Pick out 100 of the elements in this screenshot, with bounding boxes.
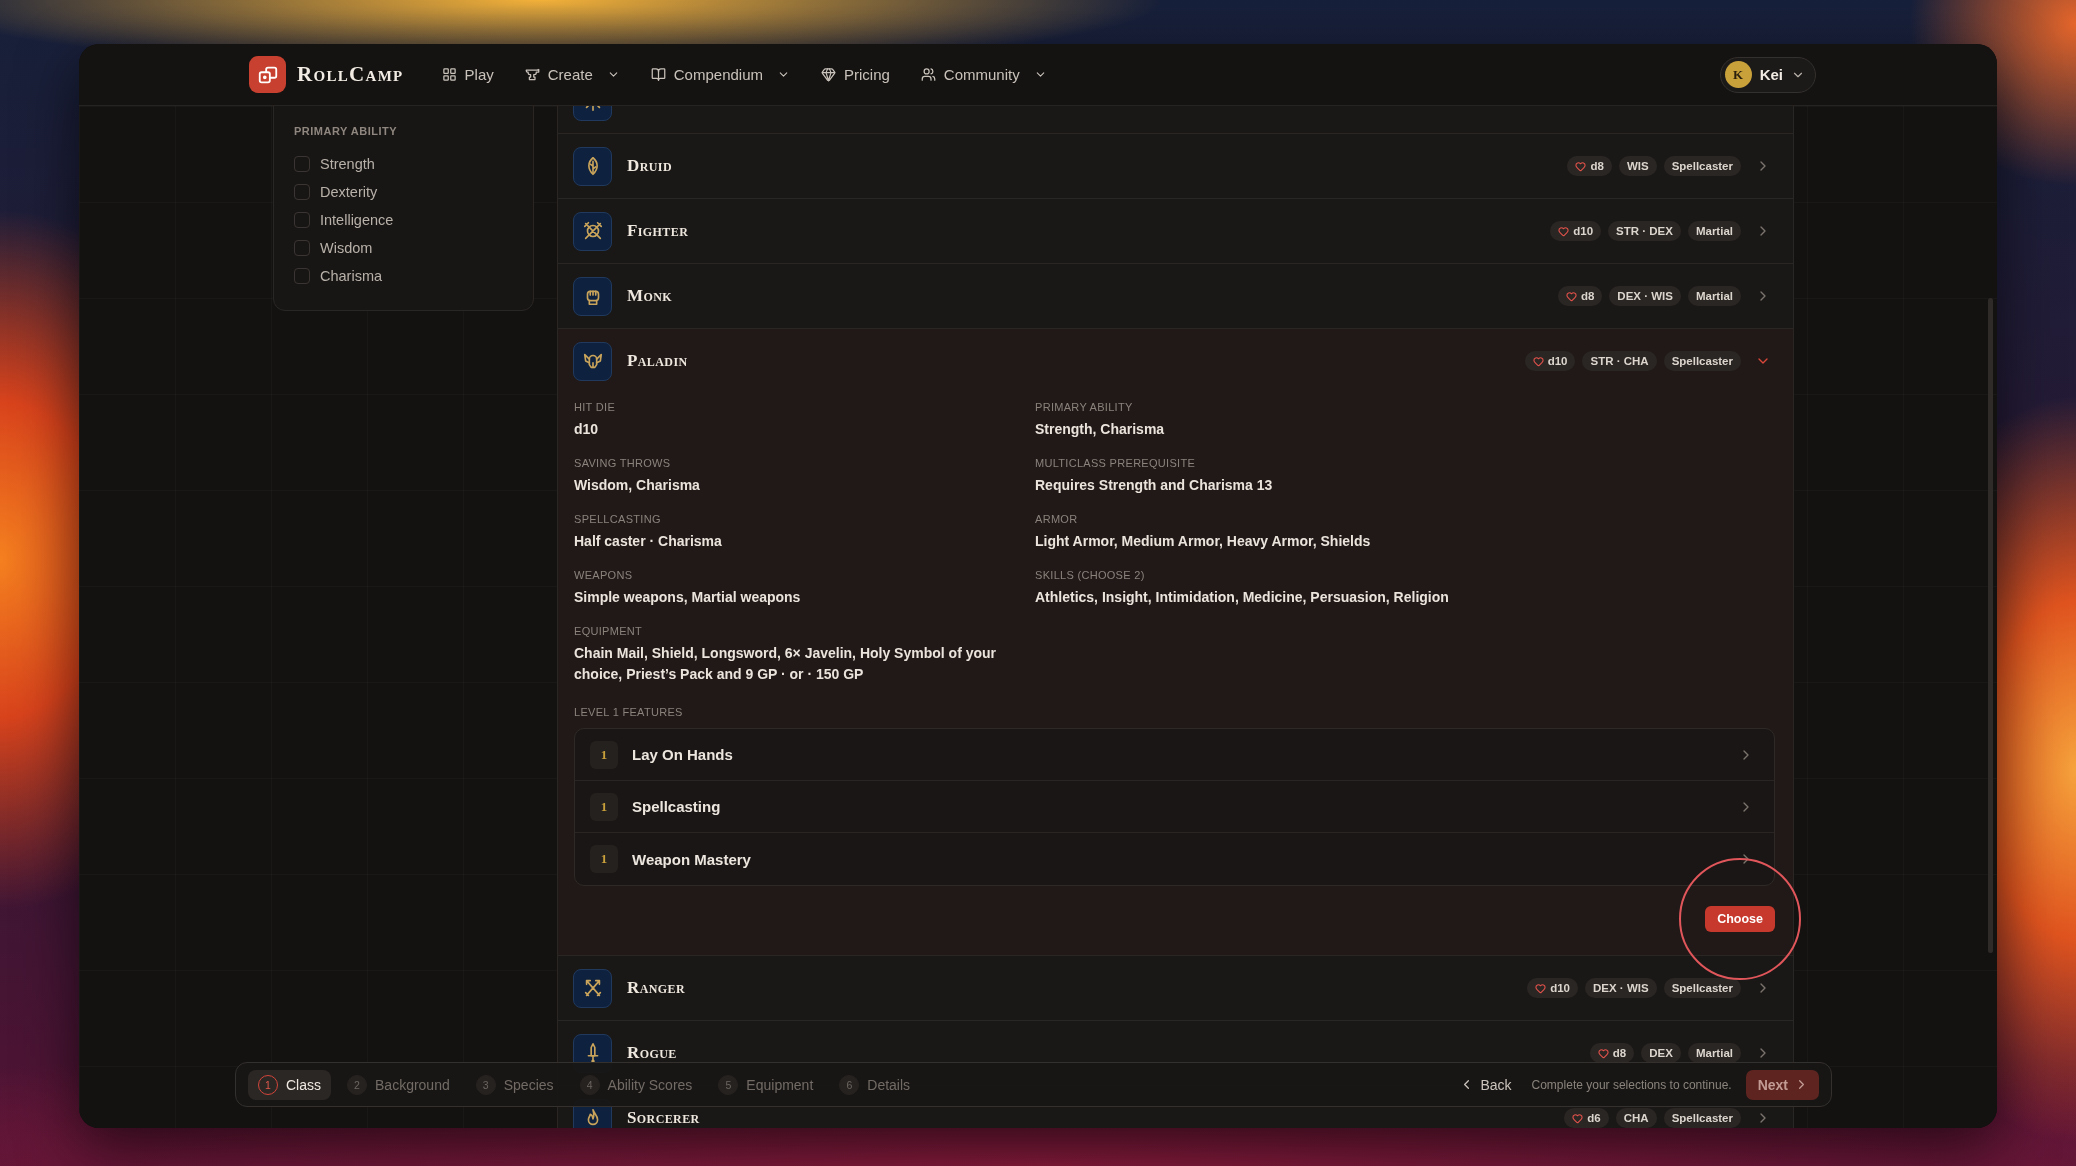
user-avatar: K [1724, 61, 1752, 88]
filter-option[interactable]: Wisdom [294, 238, 513, 258]
filter-option[interactable]: Strength [294, 154, 513, 174]
book-icon [650, 67, 666, 82]
detail-value: Requires Strength and Charisma 13 [1035, 476, 1274, 495]
detail-label: HIT DIE [574, 400, 616, 414]
step-number: 5 [718, 1074, 739, 1095]
hit-die-value: d10 [1547, 355, 1568, 367]
feature-row[interactable]: 1 Weapon Mastery [575, 833, 1774, 885]
gem-icon [821, 67, 836, 82]
winged-helmet-icon [573, 341, 612, 381]
class-name: Fighter [627, 224, 689, 238]
checkbox[interactable] [294, 156, 310, 172]
users-icon [920, 67, 936, 82]
checkbox[interactable] [294, 184, 310, 200]
crossed-swords-icon [573, 211, 612, 251]
level-badge: 1 [590, 845, 618, 873]
detail-label: SAVING THROWS [574, 456, 672, 470]
role-badge: Spellcaster [1663, 351, 1741, 371]
grid-icon [441, 67, 457, 82]
scrollbar-thumb[interactable] [1988, 298, 1993, 953]
hit-die-value: d6 [1587, 1112, 1601, 1124]
role-badge: Spellcaster [1663, 156, 1741, 176]
heart-icon [1535, 982, 1547, 994]
role-badge: Spellcaster [1663, 978, 1741, 998]
hit-die-value: d8 [1580, 290, 1595, 302]
heart-icon [1565, 290, 1577, 302]
ability-badge: DEX [1641, 1043, 1681, 1063]
checkbox[interactable] [294, 240, 310, 256]
class-name: Rogue [627, 1046, 677, 1060]
ability-badge: WIS [1618, 156, 1657, 176]
step-number: 4 [579, 1074, 600, 1095]
hint-text: Complete your selections to continue. [1531, 1077, 1732, 1092]
class-name: Sorcerer [627, 1111, 700, 1125]
checkbox[interactable] [294, 268, 310, 284]
ability-badge: DEX · WIS [1585, 978, 1657, 998]
feature-row[interactable]: 1 Lay On Hands [575, 729, 1774, 781]
filter-heading: PRIMARY ABILITY [294, 124, 399, 138]
step-tab[interactable]: 1 Class [248, 1069, 331, 1100]
filter-option[interactable]: Dexterity [294, 182, 513, 202]
features-heading: LEVEL 1 FEATURES [574, 705, 684, 719]
detail-label: EQUIPMENT [574, 624, 644, 638]
hit-die-value: d10 [1550, 982, 1571, 994]
feature-name: Lay On Hands [632, 746, 734, 763]
nav-item[interactable]: Pricing [813, 60, 898, 89]
detail-label: ARMOR [1035, 512, 1079, 526]
step-number: 6 [839, 1074, 860, 1095]
filter-option[interactable]: Charisma [294, 266, 513, 286]
nav-item[interactable]: Create [516, 60, 628, 89]
detail-value: d10 [574, 420, 600, 439]
hit-die-value: d10 [1573, 225, 1594, 237]
ability-badge: DEX · WIS [1609, 286, 1681, 306]
detail-value: Chain Mail, Shield, Longsword, 6× Javelin, Holy Symbol of your choice, Priest’s Pack and 9 GP · or · 150 GP [574, 644, 998, 684]
heart-icon [1532, 355, 1544, 367]
feature-name: Spellcasting [632, 798, 722, 815]
detail-value: Wisdom, Charisma [574, 476, 701, 495]
nav-item[interactable]: Play [433, 60, 502, 89]
back-button[interactable]: Back [1453, 1072, 1518, 1097]
step-number: 3 [475, 1074, 496, 1095]
detail-label: WEAPONS [574, 568, 634, 582]
class-name: Monk [627, 289, 672, 303]
role-badge: Martial [1687, 221, 1741, 241]
checkbox[interactable] [294, 212, 310, 228]
class-name: Ranger [627, 981, 685, 995]
ability-badge: CHA [1615, 1108, 1657, 1128]
ability-badge: STR · CHA [1582, 351, 1657, 371]
detail-value: Athletics, Insight, Intimidation, Medicine, Persuasion, Religion [1035, 588, 1450, 607]
class-name: Paladin [627, 354, 688, 368]
role-badge: Martial [1687, 1043, 1741, 1063]
filter-option[interactable]: Intelligence [294, 210, 513, 230]
fist-icon [573, 276, 612, 316]
detail-value: Simple weapons, Martial weapons [574, 588, 802, 607]
class-name: Druid [627, 159, 672, 173]
heart-icon [1597, 1047, 1609, 1059]
role-badge: Spellcaster [1663, 1108, 1741, 1128]
heart-icon [1572, 1112, 1584, 1124]
level-badge: 1 [590, 792, 618, 821]
heart-icon [1575, 160, 1587, 172]
feature-row[interactable]: 1 Spellcasting [575, 781, 1774, 833]
detail-label: MULTICLASS PREREQUISITE [1035, 456, 1197, 470]
class-row[interactable]: Paladin d10 STR · CHA Spellcaster [558, 329, 1793, 393]
detail-value: Strength, Charisma [1035, 420, 1166, 439]
dice-logo-icon [249, 56, 286, 93]
user-menu-button[interactable]: K Kei [1719, 56, 1816, 93]
hit-die-value: d8 [1590, 160, 1604, 172]
nav-item[interactable]: Compendium [642, 60, 798, 89]
role-badge: Martial [1687, 286, 1741, 306]
step-number: 2 [347, 1074, 367, 1095]
nav-item[interactable]: Community [912, 60, 1055, 89]
heart-icon [1558, 225, 1570, 237]
detail-value: Light Armor, Medium Armor, Heavy Armor, Shields [1035, 532, 1372, 551]
detail-label: SKILLS (CHOOSE 2) [1035, 568, 1146, 582]
ability-badge: STR · DEX [1608, 221, 1681, 241]
detail-label: PRIMARY ABILITY [1035, 400, 1134, 414]
detail-value: Half caster · Charisma [574, 532, 723, 551]
level-badge: 1 [590, 740, 618, 769]
leaf-icon [573, 146, 612, 186]
brand-name[interactable]: RollCamp [297, 62, 404, 87]
choose-button[interactable]: Choose [1705, 906, 1775, 932]
crossed-arrows-icon [573, 968, 612, 1008]
